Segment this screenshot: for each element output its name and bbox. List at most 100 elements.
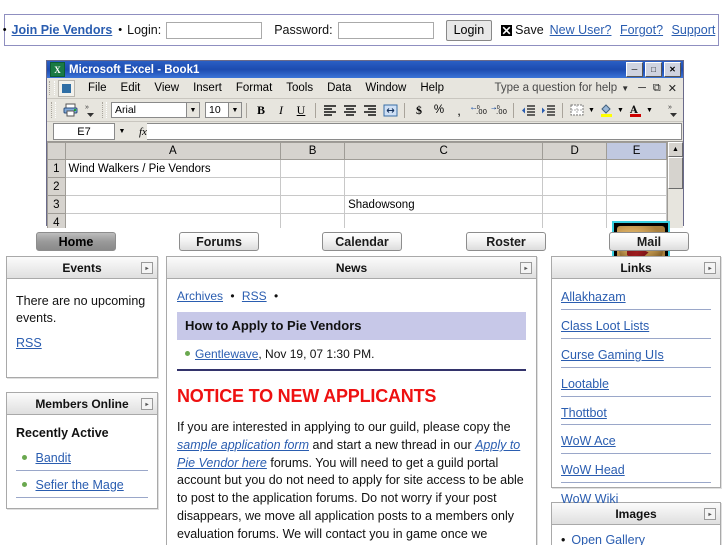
font-color-icon[interactable]: A xyxy=(625,101,645,119)
font-color-dropdown-icon[interactable]: ▼ xyxy=(645,102,654,118)
collapse-icon[interactable]: ▸ xyxy=(141,398,153,410)
align-center-icon[interactable] xyxy=(340,101,360,119)
cell-a4[interactable] xyxy=(64,213,282,228)
toolbar-options-icon[interactable]: » xyxy=(80,101,100,119)
member-link-sefier[interactable]: Sefier the Mage xyxy=(35,478,123,492)
link-thottbot[interactable]: Thottbot xyxy=(561,406,607,420)
maximize-icon[interactable]: □ xyxy=(645,62,662,77)
menu-insert[interactable]: Insert xyxy=(186,82,229,94)
comma-style-button[interactable]: , xyxy=(449,101,469,119)
column-header-e[interactable]: E xyxy=(606,142,667,160)
link-lootable[interactable]: Lootable xyxy=(561,377,609,391)
new-user-link[interactable]: New User? xyxy=(550,23,612,37)
column-header-d[interactable]: D xyxy=(542,142,608,160)
menu-file[interactable]: File xyxy=(81,82,114,94)
vertical-scrollbar[interactable]: ▲ xyxy=(667,142,683,228)
ask-a-question-box[interactable]: Type a question for help xyxy=(494,82,617,94)
borders-icon[interactable] xyxy=(567,101,587,119)
doc-minimize-icon[interactable]: ─ xyxy=(638,82,646,95)
percent-style-button[interactable]: % xyxy=(429,101,449,119)
font-size-input[interactable]: 10 xyxy=(205,102,229,118)
font-group-gripper-icon[interactable] xyxy=(102,102,107,118)
row-header-4[interactable]: 4 xyxy=(47,213,66,228)
forgot-link[interactable]: Forgot? xyxy=(620,23,663,37)
increase-decimal-icon[interactable]: ← .00 .0 xyxy=(469,101,489,119)
name-box-dropdown-icon[interactable]: ▼ xyxy=(115,123,129,140)
bold-button[interactable]: B xyxy=(251,101,271,119)
name-box[interactable]: E7 xyxy=(53,123,115,140)
save-checkbox[interactable] xyxy=(501,24,513,36)
toolbar-overflow-icon[interactable]: » xyxy=(663,101,683,119)
doc-restore-icon[interactable]: ⧉ xyxy=(653,82,661,95)
cell-e3[interactable] xyxy=(606,195,667,214)
cell-c1[interactable] xyxy=(344,159,544,178)
cell-b1[interactable] xyxy=(280,159,346,178)
scrollbar-thumb[interactable] xyxy=(668,157,683,189)
menu-view[interactable]: View xyxy=(147,82,186,94)
open-gallery-link[interactable]: Open Gallery xyxy=(571,533,645,545)
login-input[interactable] xyxy=(166,21,263,39)
menu-edit[interactable]: Edit xyxy=(114,82,148,94)
close-icon[interactable]: ✕ xyxy=(664,62,681,77)
password-input[interactable] xyxy=(337,21,434,39)
row-header-3[interactable]: 3 xyxy=(47,195,66,214)
nav-mail[interactable]: Mail xyxy=(609,232,689,251)
news-rss-link[interactable]: RSS xyxy=(242,289,267,303)
link-class-loot-lists[interactable]: Class Loot Lists xyxy=(561,319,649,333)
link-allakhazam[interactable]: Allakhazam xyxy=(561,290,626,304)
decrease-decimal-icon[interactable]: → .00 .0 xyxy=(489,101,509,119)
cell-d2[interactable] xyxy=(542,177,608,196)
nav-calendar[interactable]: Calendar xyxy=(322,232,402,251)
doc-close-icon[interactable]: ✕ xyxy=(668,82,677,95)
scroll-up-icon[interactable]: ▲ xyxy=(668,142,683,157)
menu-help[interactable]: Help xyxy=(413,82,451,94)
minimize-icon[interactable]: ─ xyxy=(626,62,643,77)
join-pie-vendors-link[interactable]: Join Pie Vendors xyxy=(12,23,113,37)
row-header-2[interactable]: 2 xyxy=(47,177,66,196)
menu-gripper-icon[interactable] xyxy=(49,81,55,95)
font-name-dropdown-icon[interactable]: ▼ xyxy=(187,102,200,118)
increase-indent-icon[interactable] xyxy=(538,101,558,119)
cell-c3[interactable]: Shadowsong xyxy=(344,195,544,214)
link-curse-gaming-uis[interactable]: Curse Gaming UIs xyxy=(561,348,664,362)
sample-application-form-link[interactable]: sample application form xyxy=(177,438,309,452)
merge-and-center-icon[interactable] xyxy=(380,101,400,119)
nav-home[interactable]: Home xyxy=(36,232,116,251)
nav-forums[interactable]: Forums xyxy=(179,232,259,251)
row-header-1[interactable]: 1 xyxy=(47,159,66,178)
insert-function-icon[interactable]: fx xyxy=(139,126,147,138)
news-author-link[interactable]: Gentlewave xyxy=(195,347,258,361)
formula-input[interactable] xyxy=(146,123,682,140)
column-header-a[interactable]: A xyxy=(64,142,282,160)
fill-color-icon[interactable] xyxy=(596,101,616,119)
cell-b4[interactable] xyxy=(280,213,346,228)
column-header-b[interactable]: B xyxy=(280,142,346,160)
cell-c4[interactable] xyxy=(344,213,544,228)
collapse-icon[interactable]: ▸ xyxy=(141,262,153,274)
menu-window[interactable]: Window xyxy=(358,82,413,94)
font-name-input[interactable]: Arial xyxy=(111,102,187,118)
select-all-corner[interactable] xyxy=(47,142,66,160)
cell-c2[interactable] xyxy=(344,177,544,196)
currency-style-button[interactable]: $ xyxy=(409,101,429,119)
toolbar-gripper-icon[interactable] xyxy=(51,102,56,118)
underline-button[interactable]: U xyxy=(291,101,311,119)
menu-format[interactable]: Format xyxy=(229,82,279,94)
collapse-icon[interactable]: ▸ xyxy=(520,262,532,274)
align-right-icon[interactable] xyxy=(360,101,380,119)
cell-d1[interactable] xyxy=(542,159,608,178)
cell-e1[interactable] xyxy=(606,159,667,178)
cell-a3[interactable] xyxy=(64,195,282,214)
menu-data[interactable]: Data xyxy=(320,82,358,94)
cell-b2[interactable] xyxy=(280,177,346,196)
login-button[interactable]: Login xyxy=(445,19,493,41)
align-left-icon[interactable] xyxy=(320,101,340,119)
link-wow-ace[interactable]: WoW Ace xyxy=(561,434,616,448)
chevron-down-icon[interactable]: ▼ xyxy=(621,84,629,93)
cell-d4[interactable] xyxy=(542,213,608,228)
italic-button[interactable]: I xyxy=(271,101,291,119)
menu-tools[interactable]: Tools xyxy=(279,82,320,94)
decrease-indent-icon[interactable] xyxy=(518,101,538,119)
font-size-dropdown-icon[interactable]: ▼ xyxy=(229,102,242,118)
link-wow-head[interactable]: WoW Head xyxy=(561,463,625,477)
